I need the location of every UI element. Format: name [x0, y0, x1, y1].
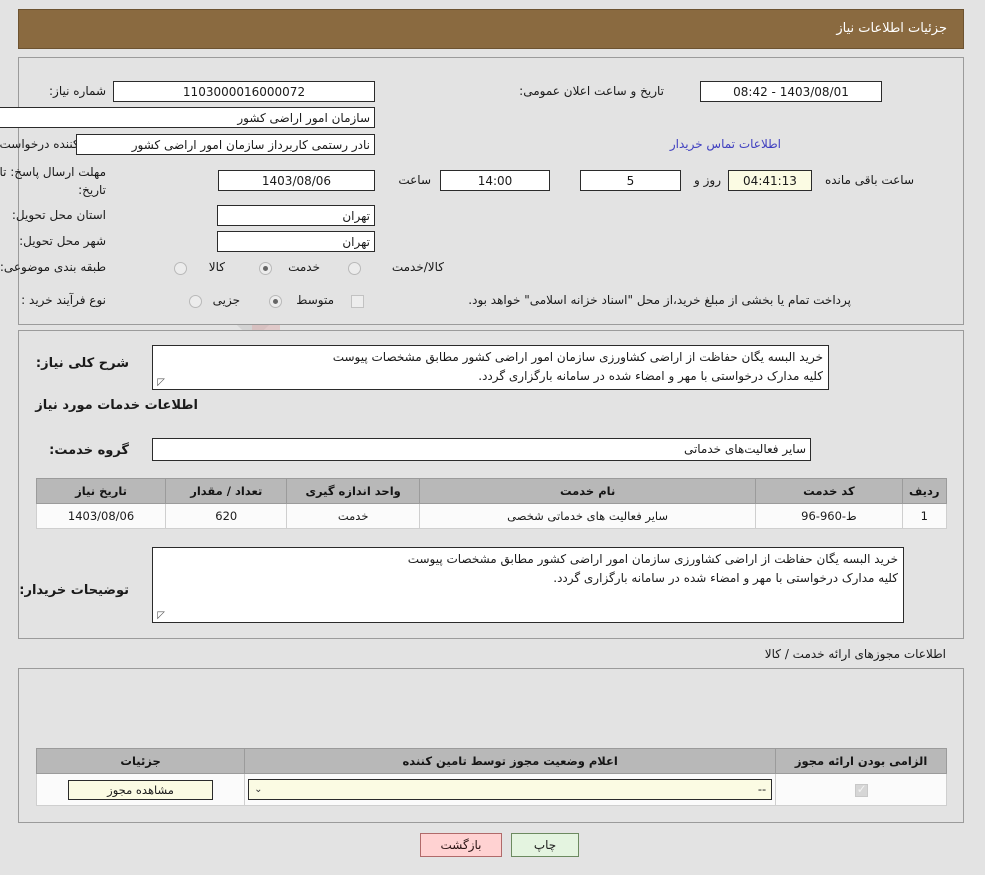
resize-grip-icon[interactable]: ◸ — [156, 378, 166, 388]
buyer-notes-line-2: کلیه مدارک درخواستی با مهر و امضاء شده د… — [554, 571, 899, 585]
checkbox-islamic-treasury-bonds-label: پرداخت تمام یا بخشی از مبلغ خرید،از محل … — [469, 293, 852, 307]
radio-category-goods[interactable] — [175, 262, 188, 275]
back-button[interactable]: بازگشت — [421, 833, 503, 857]
buyer-notes-label: توضیحات خریدار: — [20, 583, 130, 598]
col-need-date: تاریخ نیاز — [36, 478, 168, 504]
need-description-textarea[interactable]: خرید البسه یگان حفاظت از اراضی کشاورزی س… — [153, 345, 830, 390]
permits-section-heading: اطلاعات مجوزهای ارائه خدمت / کالا — [765, 647, 947, 661]
radio-category-goods-label: کالا — [209, 260, 226, 274]
col-permit-status: اعلام وضعیت مجوز توسط تامین کننده — [245, 748, 778, 774]
radio-category-service[interactable] — [260, 262, 273, 275]
need-number-value: 1103000016000072 — [114, 81, 376, 102]
remaining-days-unit: روز و — [695, 173, 722, 187]
radio-process-medium-label: متوسط — [297, 293, 335, 307]
checkbox-permit-required — [855, 782, 869, 797]
buyer-contact-link[interactable]: اطلاعات تماس خریدار — [671, 137, 782, 151]
cell-need-date: 1403/08/06 — [36, 503, 168, 529]
col-permit-details: جزئیات — [36, 748, 247, 774]
col-permit-required: الزامی بودن ارائه مجوز — [776, 748, 948, 774]
category-label: طبقه بندی موضوعی: — [0, 260, 107, 274]
permits-table-header-row: الزامی بودن ارائه مجوز اعلام وضعیت مجوز … — [36, 748, 948, 774]
city-label: شهر محل تحویل: — [20, 234, 107, 248]
cell-service-name: سایر فعالیت های خدماتی شخصی — [419, 503, 758, 529]
col-service-name: نام خدمت — [419, 478, 758, 504]
cell-permit-details: مشاهده مجوز — [36, 773, 247, 806]
cell-service-code: ط-960-96 — [756, 503, 904, 529]
deadline-label-line2: تاریخ: — [79, 183, 107, 197]
services-section-heading: اطلاعات خدمات مورد نیاز — [36, 398, 199, 413]
col-row-no: ردیف — [902, 478, 948, 504]
cell-permit-status: ⌄ -- — [245, 773, 778, 806]
chevron-down-icon: ⌄ — [255, 784, 264, 795]
radio-category-goods-service-label: کالا/خدمت — [392, 260, 445, 274]
radio-process-minor[interactable] — [190, 295, 203, 308]
service-group-value: سایر فعالیت‌های خدماتی — [153, 438, 812, 461]
need-number-label: شماره نیاز: — [50, 84, 107, 98]
radio-process-medium[interactable] — [270, 295, 283, 308]
resize-grip-icon[interactable]: ◸ — [156, 611, 166, 621]
col-unit: واحد اندازه گیری — [287, 478, 421, 504]
col-service-code: کد خدمت — [756, 478, 904, 504]
services-table: ردیف کد خدمت نام خدمت واحد اندازه گیری ت… — [36, 478, 948, 529]
table-row: 1 ط-960-96 سایر فعالیت های خدماتی شخصی خ… — [36, 503, 948, 529]
remaining-days-value: 5 — [581, 170, 682, 191]
deadline-label-line1: مهلت ارسال پاسخ: تا — [0, 165, 107, 179]
page-title: جزئیات اطلاعات نیاز — [837, 21, 948, 36]
cell-permit-required — [776, 773, 948, 806]
checkbox-islamic-treasury-bonds[interactable] — [352, 295, 365, 308]
need-description-line-2: کلیه مدارک درخواستی با مهر و امضاء شده د… — [479, 369, 824, 383]
table-row: ⌄ -- مشاهده مجوز — [36, 773, 948, 806]
buyer-notes-textarea[interactable]: خرید البسه یگان حفاظت از اراضی کشاورزی س… — [153, 547, 905, 623]
buyer-notes-line-1: خرید البسه یگان حفاظت از اراضی کشاورزی س… — [408, 552, 899, 566]
permits-table: الزامی بودن ارائه مجوز اعلام وضعیت مجوز … — [36, 748, 948, 806]
province-label: استان محل تحویل: — [12, 208, 107, 222]
announce-datetime-value: 1403/08/01 - 08:42 — [701, 81, 883, 102]
requester-value: نادر رستمی کاربرداز سازمان امور اراضی کش… — [77, 134, 376, 155]
city-value: تهران — [218, 231, 376, 252]
radio-category-goods-service[interactable] — [349, 262, 362, 275]
need-description-label: شرح کلی نیاز: — [36, 356, 130, 371]
services-table-header-row: ردیف کد خدمت نام خدمت واحد اندازه گیری ت… — [36, 478, 948, 504]
print-button[interactable]: چاپ — [512, 833, 580, 857]
cell-unit: خدمت — [287, 503, 421, 529]
remaining-time-suffix: ساعت باقی مانده — [825, 173, 915, 187]
buyer-org-value: سازمان امور اراضی کشور — [0, 107, 376, 128]
radio-process-minor-label: جزیی — [213, 293, 241, 307]
announce-datetime-label: تاریخ و ساعت اعلان عمومی: — [520, 84, 665, 98]
radio-category-service-label: خدمت — [289, 260, 321, 274]
view-permit-button[interactable]: مشاهده مجوز — [69, 779, 215, 800]
deadline-date-value: 1403/08/06 — [219, 170, 376, 191]
permit-status-select[interactable]: ⌄ -- — [249, 779, 774, 800]
deadline-hour-value: 14:00 — [441, 170, 551, 191]
cell-quantity: 620 — [166, 503, 289, 529]
page-header: جزئیات اطلاعات نیاز — [19, 9, 965, 49]
cell-row-no: 1 — [902, 503, 948, 529]
col-quantity: تعداد / مقدار — [166, 478, 289, 504]
need-description-line-1: خرید البسه یگان حفاظت از اراضی کشاورزی س… — [333, 350, 824, 364]
deadline-hour-label: ساعت — [399, 173, 432, 187]
province-value: تهران — [218, 205, 376, 226]
service-group-label: گروه خدمت: — [50, 443, 130, 458]
remaining-time-value: 04:41:13 — [729, 170, 813, 191]
permit-status-selected-value: -- — [758, 782, 768, 796]
process-label: نوع فرآیند خرید : — [22, 293, 107, 307]
